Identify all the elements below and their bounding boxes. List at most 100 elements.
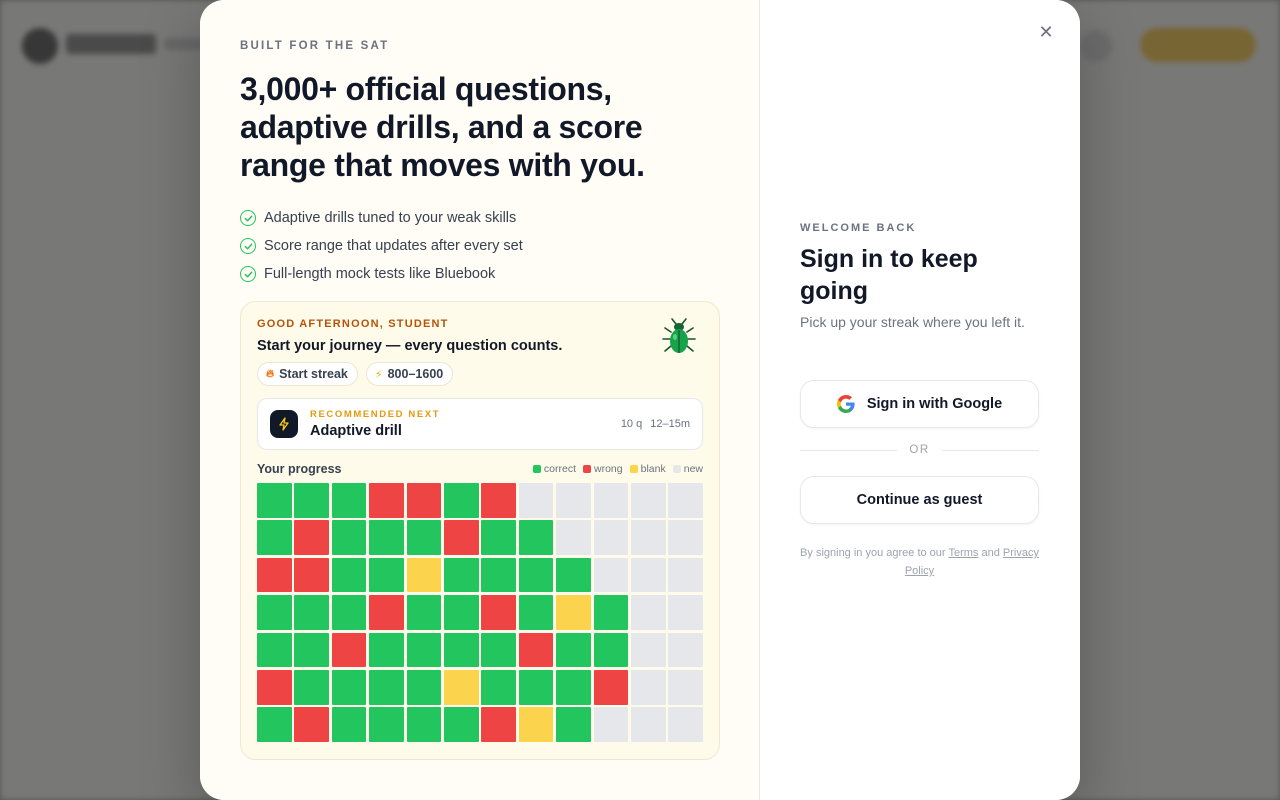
sign-in-panel: ✕ WELCOME BACK Sign in to keep going Pic…	[760, 0, 1080, 800]
progress-cell-correct	[257, 632, 292, 668]
progress-cell-wrong	[257, 669, 292, 705]
progress-cell-new	[630, 632, 666, 668]
progress-cell-correct	[257, 707, 292, 742]
progress-cell-correct	[481, 632, 516, 668]
progress-cell-new	[556, 483, 591, 518]
progress-cell-correct	[369, 632, 404, 668]
progress-cell-wrong	[481, 595, 516, 630]
progress-cell-blank	[406, 557, 442, 593]
sign-in-title: Sign in to keep going	[800, 245, 978, 305]
sign-in-modal: BUILT FOR THE SAT 3,000+ official questi…	[200, 0, 1080, 800]
progress-cell-correct	[331, 707, 367, 742]
progress-header: Your progress correct wrong blank new	[257, 462, 703, 476]
legend-label: new	[683, 463, 703, 475]
progress-cell-correct	[556, 707, 591, 742]
progress-cell-wrong	[369, 595, 404, 630]
progress-cell-new	[668, 520, 703, 555]
progress-cell-wrong	[369, 483, 404, 518]
beetle-icon	[662, 318, 696, 353]
legend-wrong: wrong	[583, 463, 623, 475]
progress-cell-wrong	[481, 707, 516, 742]
progress-cell-new	[668, 707, 703, 742]
feature-list: Adaptive drills tuned to your weak skill…	[240, 204, 719, 288]
progress-cell-correct	[369, 669, 404, 705]
progress-cell-correct	[257, 520, 292, 555]
progress-cell-blank	[518, 707, 554, 742]
dashboard-preview-card: GOOD AFTERNOON, STUDENT Start your journ…	[240, 301, 720, 760]
feature-item: Full-length mock tests like Bluebook	[240, 260, 719, 288]
terms-link[interactable]: Terms	[948, 547, 978, 559]
progress-cell-correct	[257, 595, 292, 630]
lightning-icon: ⚡︎	[374, 368, 383, 381]
progress-cell-correct	[593, 595, 629, 630]
continue-as-guest-button[interactable]: Continue as guest	[800, 476, 1039, 524]
progress-cell-correct	[518, 557, 554, 593]
progress-cell-wrong	[518, 632, 554, 668]
streak-pill: 🔥︎ Start streak	[257, 362, 358, 386]
marketing-eyebrow: BUILT FOR THE SAT	[240, 40, 390, 52]
legend-swatch	[583, 465, 592, 473]
score-range-pill: ⚡︎ 800–1600	[365, 362, 454, 386]
progress-cell-wrong	[294, 520, 329, 555]
progress-cell-correct	[518, 595, 554, 630]
progress-cell-new	[518, 483, 554, 518]
progress-cell-wrong	[331, 632, 367, 668]
recommended-eyebrow: RECOMMENDED NEXT	[310, 409, 441, 420]
divider-label: OR	[909, 444, 930, 456]
legal-prefix: By signing in you agree to our	[800, 547, 946, 559]
progress-cell-correct	[369, 520, 404, 555]
progress-cell-wrong	[443, 520, 479, 555]
progress-cell-correct	[593, 632, 629, 668]
progress-cell-correct	[481, 557, 516, 593]
recommended-drill: RECOMMENDED NEXT Adaptive drill 10 q 12–…	[257, 398, 703, 450]
progress-cell-correct	[331, 483, 367, 518]
progress-cell-correct	[556, 557, 591, 593]
check-circle-icon	[240, 210, 256, 226]
or-divider: OR	[800, 444, 1039, 456]
progress-cell-correct	[294, 669, 329, 705]
progress-cell-correct	[257, 483, 292, 518]
stat-pills: 🔥︎ Start streak ⚡︎ 800–1600	[257, 362, 703, 386]
progress-cell-new	[668, 595, 703, 630]
progress-cell-new	[668, 669, 703, 705]
legend-swatch	[532, 465, 541, 473]
progress-cell-correct	[331, 557, 367, 593]
journey-message: Start your journey — every question coun…	[257, 338, 563, 354]
progress-cell-correct	[443, 595, 479, 630]
welcome-eyebrow: WELCOME BACK	[800, 222, 917, 234]
google-sign-in-button[interactable]: Sign in with Google	[800, 380, 1039, 428]
divider-line	[941, 449, 1039, 451]
progress-cell-new	[630, 520, 666, 555]
progress-cell-correct	[369, 707, 404, 742]
progress-cell-new	[593, 707, 629, 742]
progress-cell-wrong	[593, 669, 629, 705]
lightning-icon	[270, 410, 298, 438]
progress-cell-correct	[294, 632, 329, 668]
progress-cell-new	[630, 595, 666, 630]
progress-cell-new	[593, 520, 629, 555]
progress-cell-correct	[406, 707, 442, 742]
progress-cell-correct	[331, 669, 367, 705]
legend-new: new	[672, 463, 703, 475]
marketing-panel: BUILT FOR THE SAT 3,000+ official questi…	[200, 0, 760, 800]
progress-cell-new	[668, 632, 703, 668]
progress-cell-correct	[294, 595, 329, 630]
progress-cell-correct	[556, 632, 591, 668]
progress-cell-correct	[443, 632, 479, 668]
progress-cell-correct	[443, 707, 479, 742]
greeting: GOOD AFTERNOON, STUDENT	[257, 318, 449, 330]
progress-cell-correct	[518, 669, 554, 705]
progress-cell-new	[593, 557, 629, 593]
legal-notice: By signing in you agree to our Terms and…	[800, 544, 1039, 580]
close-icon[interactable]: ✕	[1036, 22, 1056, 42]
progress-cell-correct	[443, 557, 479, 593]
progress-cell-wrong	[294, 557, 329, 593]
sign-in-subtitle: Pick up your streak where you left it.	[800, 314, 1025, 330]
progress-cell-new	[630, 483, 666, 518]
progress-cell-wrong	[294, 707, 329, 742]
feature-label: Full-length mock tests like Bluebook	[264, 266, 496, 282]
progress-cell-correct	[406, 520, 442, 555]
feature-label: Adaptive drills tuned to your weak skill…	[264, 210, 517, 226]
progress-cell-new	[630, 707, 666, 742]
progress-cell-correct	[369, 557, 404, 593]
